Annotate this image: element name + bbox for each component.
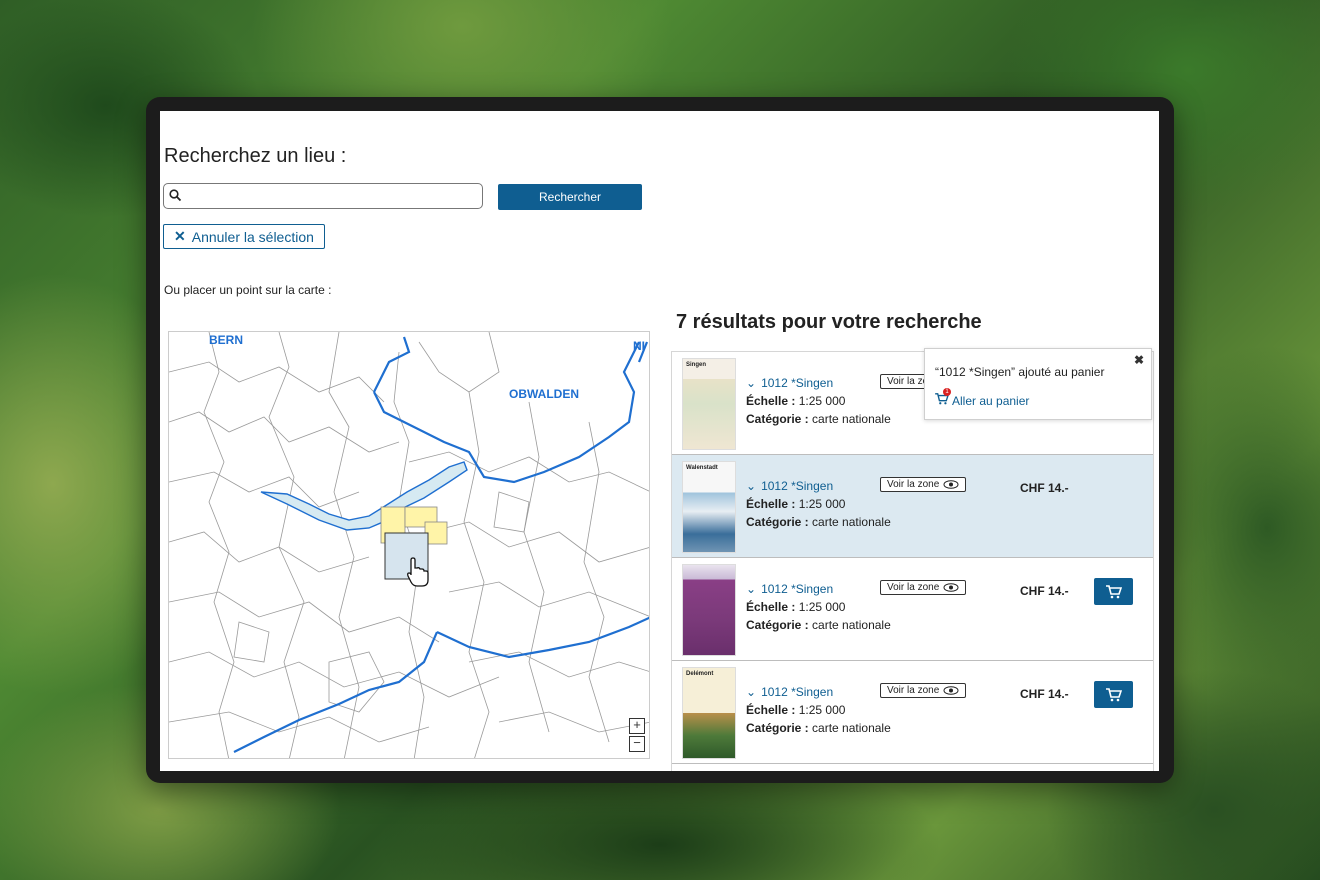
result-name-link[interactable]: ⌄ 1012 *Singen	[746, 580, 891, 598]
results-title: 7 résultats pour votre recherche	[676, 311, 982, 333]
search-input[interactable]	[188, 186, 480, 208]
close-icon: ✕	[174, 228, 186, 244]
result-scale: Échelle : 1:25 000	[746, 703, 846, 717]
chevron-down-icon: ⌄	[746, 685, 757, 699]
canton-borders	[233, 336, 649, 753]
zoom-out-button[interactable]: −	[629, 736, 645, 752]
result-price: CHF 14.-	[1020, 687, 1069, 701]
view-zone-button[interactable]: Voir la zone	[880, 477, 967, 492]
map-thumbnail[interactable]: Delémont	[682, 667, 736, 759]
map-thumbnail[interactable]: Walenstadt	[682, 461, 736, 553]
result-scale: Échelle : 1:25 000	[746, 600, 846, 614]
result-name: 1012 *Singen	[761, 582, 834, 596]
result-row: Delémont ⌄ 1012 *Singen Échelle : 1:25 0…	[672, 661, 1153, 764]
search-icon	[169, 189, 182, 202]
result-category: Catégorie : carte nationale	[746, 721, 891, 735]
result-price: CHF 14.-	[1020, 481, 1069, 495]
result-row-selected: Walenstadt ⌄ 1012 *Singen Échelle : 1:25…	[672, 455, 1153, 558]
map-label-obwalden: OBWALDEN	[509, 387, 579, 401]
map-label-ni: NI	[633, 339, 645, 353]
go-to-cart-label: Aller au panier	[952, 393, 1030, 408]
zoom-controls: + −	[629, 718, 645, 752]
thumbnail-title: Walenstadt	[686, 465, 718, 471]
page-title: Recherchez un lieu :	[164, 145, 347, 167]
cart-count-badge: 1	[943, 388, 951, 396]
chevron-down-icon: ⌄	[746, 376, 757, 390]
result-name: 1012 *Singen	[761, 479, 834, 493]
result-name-link[interactable]: ⌄ 1012 *Singen	[746, 374, 891, 392]
map-thumbnail[interactable]: Singen	[682, 358, 736, 450]
map-hint: Ou placer un point sur la carte :	[164, 283, 332, 297]
eye-icon	[943, 480, 959, 489]
map-canvas[interactable]: BERN OBWALDEN NI	[169, 332, 650, 759]
map-label-bern: BERN	[209, 333, 243, 347]
result-name-link[interactable]: ⌄ 1012 *Singen	[746, 683, 891, 701]
search-button[interactable]: Rechercher	[498, 184, 642, 210]
cart-icon	[1105, 584, 1122, 598]
result-name: 1012 *Singen	[761, 685, 834, 699]
cancel-selection-button[interactable]: ✕ Annuler la sélection	[163, 224, 325, 249]
result-name-link[interactable]: ⌄ 1012 *Singen	[746, 477, 891, 495]
result-price: CHF 14.-	[1020, 584, 1069, 598]
app-screen: Recherchez un lieu : Rechercher ✕ Annule…	[160, 111, 1159, 771]
device-frame: Recherchez un lieu : Rechercher ✕ Annule…	[146, 97, 1174, 783]
cart-icon: 1	[935, 388, 951, 408]
result-category: Catégorie : carte nationale	[746, 618, 891, 632]
add-to-cart-button[interactable]	[1094, 681, 1133, 708]
chevron-down-icon: ⌄	[746, 479, 757, 493]
eye-icon	[943, 583, 959, 592]
thumbnail-title: Singen	[686, 362, 707, 368]
view-zone-button[interactable]: Voir la zone	[880, 580, 967, 595]
result-category: Catégorie : carte nationale	[746, 412, 891, 426]
cancel-selection-label: Annuler la sélection	[191, 228, 314, 245]
result-category: Catégorie : carte nationale	[746, 515, 891, 529]
result-scale: Échelle : 1:25 000	[746, 394, 846, 408]
result-row: ⌄ 1012 *Singen Échelle : 1:25 000 Catégo…	[672, 558, 1153, 661]
close-icon[interactable]: ✖	[1134, 353, 1144, 367]
thumbnail-title: Delémont	[686, 671, 714, 677]
cart-notification-message: “1012 *Singen” ajouté au panier	[935, 365, 1105, 379]
zoom-in-button[interactable]: +	[629, 718, 645, 734]
eye-icon	[943, 686, 959, 695]
search-field[interactable]	[163, 183, 483, 209]
go-to-cart-link[interactable]: 1 Aller au panier	[935, 388, 1030, 408]
add-to-cart-button[interactable]	[1094, 578, 1133, 605]
view-zone-button[interactable]: Voir la zone	[880, 683, 967, 698]
cart-icon	[1105, 687, 1122, 701]
result-name: 1012 *Singen	[761, 376, 834, 390]
map-view[interactable]: BERN OBWALDEN NI + −	[168, 331, 650, 759]
cart-notification-popup: ✖ “1012 *Singen” ajouté au panier 1 Alle…	[924, 348, 1152, 420]
map-thumbnail[interactable]	[682, 564, 736, 656]
chevron-down-icon: ⌄	[746, 582, 757, 596]
result-scale: Échelle : 1:25 000	[746, 497, 846, 511]
